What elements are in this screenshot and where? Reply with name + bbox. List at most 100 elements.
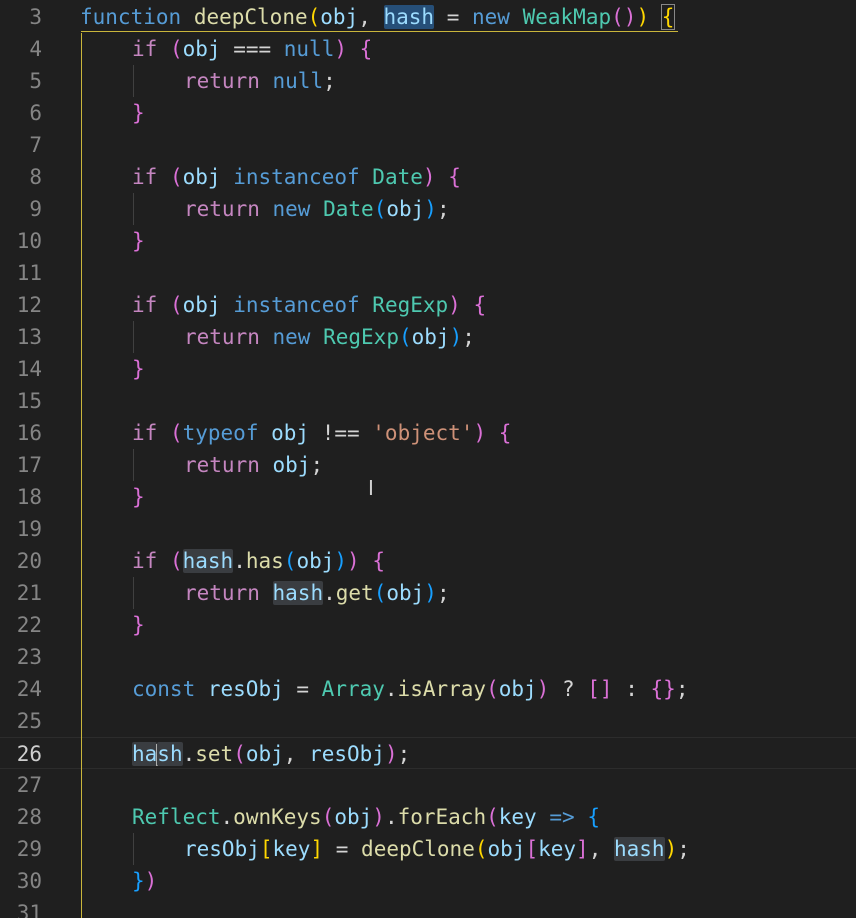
code-line[interactable]: 8 if (obj instanceof Date) { — [0, 161, 856, 193]
code-token: WeakMap — [522, 5, 612, 29]
code-text[interactable]: Reflect.ownKeys(obj).forEach(key => { — [132, 801, 600, 833]
code-line[interactable]: 14} — [0, 353, 856, 385]
code-text[interactable]: return null; — [184, 65, 336, 97]
indent-guide — [133, 833, 134, 865]
code-text[interactable]: return new RegExp(obj); — [184, 321, 475, 353]
code-text[interactable]: if (hash.has(obj)) { — [132, 545, 385, 577]
code-token: Date — [372, 165, 423, 189]
code-line[interactable]: 15 — [0, 385, 856, 417]
code-line[interactable]: 22} — [0, 609, 856, 641]
code-line[interactable]: 20 if (hash.has(obj)) { — [0, 545, 856, 577]
line-number: 5 — [29, 69, 42, 93]
code-token: new — [272, 325, 311, 349]
code-line[interactable]: 30}) — [0, 865, 856, 897]
code-line[interactable]: 27 — [0, 769, 856, 801]
code-line[interactable]: 7 — [0, 129, 856, 161]
code-token: Date — [323, 197, 374, 221]
code-text[interactable]: } — [132, 481, 145, 513]
code-text[interactable]: hash.set(obj, resObj); — [132, 738, 410, 770]
code-line[interactable]: 10} — [0, 225, 856, 257]
code-token: ] — [576, 837, 589, 861]
code-text[interactable]: }) — [132, 865, 157, 897]
code-token: obj — [386, 197, 425, 221]
code-token: [ — [587, 677, 600, 701]
code-token: RegExp — [372, 293, 449, 317]
code-token: obj — [498, 677, 537, 701]
code-line[interactable]: 5 return null; — [0, 65, 856, 97]
code-editor[interactable]: 3 function deepClone(obj, hash = new Weak… — [0, 0, 856, 918]
line-number: 21 — [16, 581, 42, 605]
code-token: ? — [549, 677, 588, 701]
line-number: 7 — [29, 133, 42, 157]
code-line[interactable]: 6} — [0, 97, 856, 129]
code-token: { — [473, 293, 487, 317]
code-text[interactable]: } — [132, 353, 145, 385]
code-text[interactable]: if (typeof obj !== 'object') { — [132, 417, 511, 449]
code-token: ; — [310, 453, 324, 477]
indent-guide — [133, 321, 134, 353]
line-number: 11 — [16, 261, 42, 285]
code-token: ) — [448, 293, 461, 317]
code-token: obj — [296, 549, 335, 573]
code-line[interactable]: 23 — [0, 641, 856, 673]
code-line[interactable]: 19 — [0, 513, 856, 545]
code-line[interactable]: 28 Reflect.ownKeys(obj).forEach(key => { — [0, 801, 856, 833]
code-token: has — [245, 549, 284, 573]
code-line[interactable]: 4 if (obj === null) { — [0, 33, 856, 65]
code-line[interactable]: 26 hash.set(obj, resObj); — [0, 737, 856, 769]
code-line[interactable]: 24 const resObj = Array.isArray(obj) ? []… — [0, 673, 856, 705]
code-text[interactable]: return obj; — [184, 449, 323, 481]
code-text[interactable]: return new Date(obj); — [184, 193, 450, 225]
code-text[interactable]: if (obj === null) { — [132, 33, 372, 65]
code-token: ( — [486, 805, 499, 829]
line-number: 28 — [16, 805, 42, 829]
code-line[interactable]: 16 if (typeof obj !== 'object') { — [0, 417, 856, 449]
code-token: } — [132, 357, 145, 381]
code-line[interactable]: 25 — [0, 705, 856, 737]
code-line[interactable]: 12 if (obj instanceof RegExp) { — [0, 289, 856, 321]
code-line[interactable]: 11 — [0, 257, 856, 289]
code-token: ) — [334, 549, 348, 573]
code-text[interactable]: const resObj = Array.isArray(obj) ? [] :… — [132, 673, 688, 705]
code-text[interactable]: resObj[key] = deepClone(obj[key], hash); — [184, 833, 690, 865]
code-text[interactable]: } — [132, 97, 145, 129]
code-line[interactable]: 13 return new RegExp(obj); — [0, 321, 856, 353]
code-token: } — [132, 101, 145, 125]
code-token: ) — [449, 325, 463, 349]
code-token: ) — [422, 165, 436, 189]
code-token: ( — [169, 293, 183, 317]
code-token: . — [323, 581, 336, 605]
code-token: obj — [334, 805, 373, 829]
code-token: deepClone — [361, 837, 475, 861]
code-text[interactable]: if (obj instanceof RegExp) { — [132, 289, 486, 321]
code-token: resObj — [184, 837, 260, 861]
code-line[interactable]: 29 resObj[key] = deepClone(obj[key], hash… — [0, 833, 856, 865]
code-token: Reflect — [132, 805, 221, 829]
code-line[interactable]: 9 return new Date(obj); — [0, 193, 856, 225]
code-text[interactable]: if (obj instanceof Date) { — [132, 161, 461, 193]
code-token: [ — [259, 837, 273, 861]
code-line[interactable]: 17 return obj; — [0, 449, 856, 481]
code-token: } — [132, 869, 145, 893]
code-text[interactable]: } — [132, 609, 145, 641]
code-line[interactable]: 31 — [0, 897, 856, 918]
code-text[interactable]: return hash.get(obj); — [184, 577, 450, 609]
code-line[interactable]: 3 function deepClone(obj, hash = new Weak… — [0, 1, 856, 33]
code-token: ; — [397, 742, 411, 766]
code-token: instanceof — [233, 293, 360, 317]
code-token: ) — [664, 837, 678, 861]
code-token: { — [372, 549, 385, 573]
line-number: 23 — [16, 645, 42, 669]
code-text[interactable]: function deepClone(obj, hash = new WeakM… — [80, 1, 676, 33]
code-line[interactable]: 21 return hash.get(obj); — [0, 577, 856, 609]
code-text[interactable]: } — [132, 225, 145, 257]
code-line[interactable]: 18} — [0, 481, 856, 513]
